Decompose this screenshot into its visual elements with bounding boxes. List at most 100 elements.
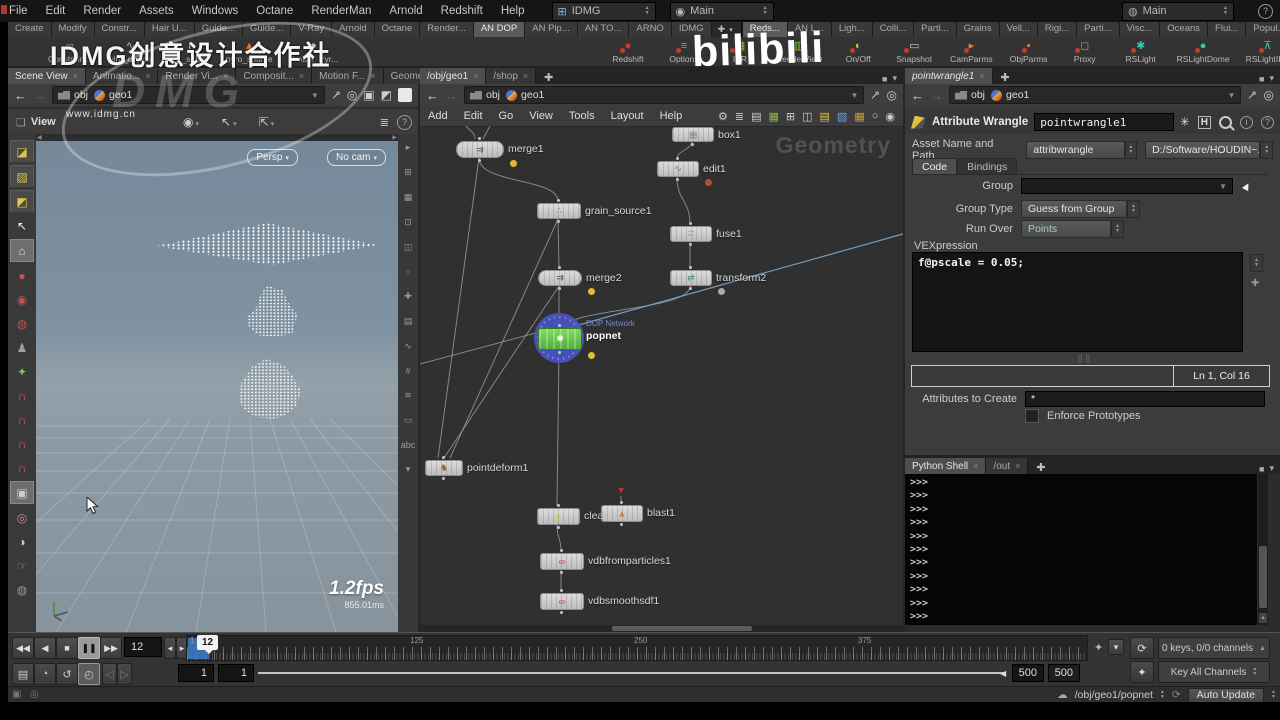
view-menu[interactable]: View bbox=[31, 116, 56, 128]
playbar-menu-icon[interactable]: ▾ bbox=[1108, 639, 1124, 655]
pin-icon[interactable]: ⊸ bbox=[867, 86, 884, 103]
network-node[interactable]: ∿ edit1 bbox=[657, 157, 726, 186]
view-tool-icon[interactable]: ◉ bbox=[183, 115, 199, 129]
menu-item[interactable]: Windows bbox=[183, 5, 248, 17]
network-tool-icon[interactable]: ▦ bbox=[854, 110, 864, 123]
breadcrumb-obj[interactable]: obj bbox=[470, 89, 500, 101]
key-all-channels[interactable]: Key All Channels ▲ ▼ bbox=[1158, 661, 1270, 683]
close-icon[interactable]: × bbox=[73, 71, 78, 81]
viewport-tool-icon[interactable]: ✦ bbox=[11, 361, 33, 382]
menu-item[interactable]: RenderMan bbox=[302, 5, 380, 17]
menu-item[interactable]: Assets bbox=[130, 5, 183, 17]
shelf-tool[interactable]: ▦ IPR bbox=[720, 40, 760, 64]
network-node[interactable]: ♦ clean1 bbox=[537, 504, 615, 529]
viewport-tool-icon[interactable]: ∩ bbox=[11, 433, 33, 454]
pane-tab[interactable]: Render Vi... × bbox=[158, 68, 237, 84]
viewport-tool-icon[interactable]: ♟ bbox=[11, 337, 33, 358]
back-arrow-icon[interactable]: ← bbox=[426, 88, 439, 103]
enforce-checkbox[interactable] bbox=[1025, 409, 1039, 423]
pane-tab[interactable]: Animatio... × bbox=[85, 68, 159, 84]
viewport-side-icon[interactable]: ▤ bbox=[404, 316, 413, 327]
chevron-down-icon[interactable]: ▼ bbox=[1228, 91, 1236, 100]
network-tool-icon[interactable]: ⚙ bbox=[718, 110, 728, 123]
menu-item[interactable]: Arnold bbox=[380, 5, 431, 17]
range-start-field[interactable]: 1 bbox=[178, 664, 214, 682]
desktop-selector[interactable]: ⊞ IDMG ▲ ▼ bbox=[551, 1, 656, 21]
menu-item[interactable]: Redshift bbox=[432, 5, 492, 17]
pane-maximize-icon[interactable]: ■ bbox=[1259, 464, 1264, 474]
shelf-tool[interactable]: ● Create_Pyr... bbox=[289, 40, 339, 64]
add-tab-icon[interactable]: ✚ bbox=[1036, 461, 1045, 474]
shelf-add-left[interactable]: ✚ ▾ bbox=[712, 22, 739, 37]
viewport-tool-icon[interactable]: ◩ bbox=[10, 190, 34, 212]
shelf-tab[interactable]: Reds... bbox=[742, 22, 788, 37]
close-icon[interactable]: × bbox=[299, 71, 304, 81]
wireframe-cube-icon[interactable]: ▣ bbox=[363, 88, 374, 102]
menu-item[interactable]: Go bbox=[491, 110, 522, 122]
viewport-side-icon[interactable]: ⊞ bbox=[404, 167, 412, 178]
step-back-button[interactable]: ◂ bbox=[164, 637, 176, 659]
menu-item[interactable]: Layout bbox=[603, 110, 652, 122]
viewport-tool-icon[interactable]: ⌂ bbox=[10, 239, 34, 262]
network-node[interactable]: ▦ box1 bbox=[672, 127, 741, 146]
editor-expand-icon[interactable]: ▲ ▼ bbox=[1250, 254, 1263, 272]
viewport-tool-icon[interactable]: ↖ bbox=[11, 215, 33, 236]
shelf-tab[interactable]: Parti... bbox=[1077, 22, 1120, 37]
menu-item[interactable]: Edit bbox=[456, 110, 491, 122]
range-start2-field[interactable]: 1 bbox=[218, 664, 254, 682]
viewport-side-icon[interactable]: abc bbox=[401, 440, 416, 450]
network-node[interactable]: ∴ grain_source1 bbox=[537, 199, 652, 223]
add-tab-icon[interactable]: ✚ bbox=[1001, 71, 1010, 84]
timeline-ruler[interactable]: 1 125 250 375 12 bbox=[186, 635, 1088, 661]
viewport-tool-icon[interactable]: ☞ bbox=[11, 555, 33, 576]
shelf-tool[interactable]: ◻ Proxy bbox=[1065, 40, 1105, 64]
channel-key-icon[interactable]: ✦ bbox=[1130, 661, 1154, 683]
link-target-icon[interactable]: ◎ bbox=[1264, 88, 1274, 102]
shelf-tab[interactable]: Render... bbox=[420, 22, 474, 37]
viewport-tool-icon[interactable]: ∩ bbox=[11, 385, 33, 406]
list-options-icon[interactable]: ≣ bbox=[380, 116, 389, 129]
breadcrumb-obj[interactable]: obj bbox=[955, 89, 985, 101]
pane-tab[interactable]: Python Shell × bbox=[905, 458, 987, 474]
network-tool-icon[interactable]: ▦ bbox=[768, 110, 778, 123]
path-field[interactable]: obj geo1 ▼ bbox=[52, 86, 325, 104]
range-slider-track[interactable] bbox=[258, 672, 1006, 674]
pick-arrow-icon[interactable]: ▲ bbox=[1238, 177, 1255, 195]
message-log-icon[interactable]: ▣ bbox=[12, 689, 21, 700]
key-icon[interactable]: ✦ bbox=[1094, 641, 1103, 654]
close-icon[interactable]: × bbox=[223, 71, 228, 81]
network-node[interactable]: ⇉ merge1 bbox=[456, 137, 544, 167]
network-node[interactable]: ∷ fuse1 bbox=[670, 222, 742, 246]
viewport-side-icon[interactable]: ▾ bbox=[406, 464, 411, 475]
network-hscrollbar[interactable] bbox=[420, 625, 903, 632]
display-options-icon[interactable] bbox=[398, 88, 412, 102]
menu-item[interactable]: Edit bbox=[37, 5, 75, 17]
shelf-tab[interactable]: Oceans bbox=[1160, 22, 1209, 37]
pane-tab[interactable]: /obj/geo1 × bbox=[420, 68, 487, 84]
shelf-tab[interactable]: Arnold bbox=[332, 22, 375, 37]
shelf-tool[interactable]: ✱ RSLight bbox=[1121, 40, 1161, 64]
shelf-tab[interactable]: V-Ray bbox=[291, 22, 333, 37]
path-field[interactable]: obj geo1 ▼ bbox=[464, 86, 865, 104]
shelf-tool[interactable]: ● RSLightDome bbox=[1177, 40, 1230, 64]
help-icon[interactable]: ? bbox=[397, 114, 412, 130]
viewport-tool-icon[interactable]: ● bbox=[11, 265, 33, 286]
shelf-tool[interactable]: ▪ ObjParms bbox=[1009, 40, 1049, 64]
forward-arrow-icon[interactable]: → bbox=[445, 88, 458, 103]
range-end2-field[interactable]: 500 bbox=[1048, 664, 1080, 682]
play-reverse-button[interactable]: ◀ bbox=[34, 637, 56, 659]
shelf-tool[interactable]: ≡ Options bbox=[664, 40, 704, 64]
viewport-side-icon[interactable]: # bbox=[405, 366, 410, 376]
shelf-tab[interactable]: Rigi... bbox=[1037, 22, 1078, 37]
network-node[interactable]: ∞ vdbsmoothsdf1 bbox=[540, 589, 659, 614]
menu-item[interactable]: Octane bbox=[247, 5, 302, 17]
recook-icon[interactable]: ⟳ bbox=[1172, 689, 1181, 701]
node-name-field[interactable]: pointwrangle1 bbox=[1034, 113, 1174, 131]
python-console[interactable]: >>>>>>>>>>>>>>>>>>>>>>>>>>>>>>>>>>>> bbox=[905, 474, 1257, 625]
range-slider-handle[interactable]: ◀ bbox=[1000, 665, 1012, 681]
context-icon[interactable]: ◎ bbox=[30, 689, 39, 700]
help-icon[interactable]: ? bbox=[1261, 115, 1274, 129]
asset-name-dropdown[interactable]: attribwrangle bbox=[1026, 141, 1125, 159]
shelf-tab[interactable]: Modify bbox=[51, 22, 95, 37]
menu-item[interactable]: Help bbox=[652, 110, 691, 122]
